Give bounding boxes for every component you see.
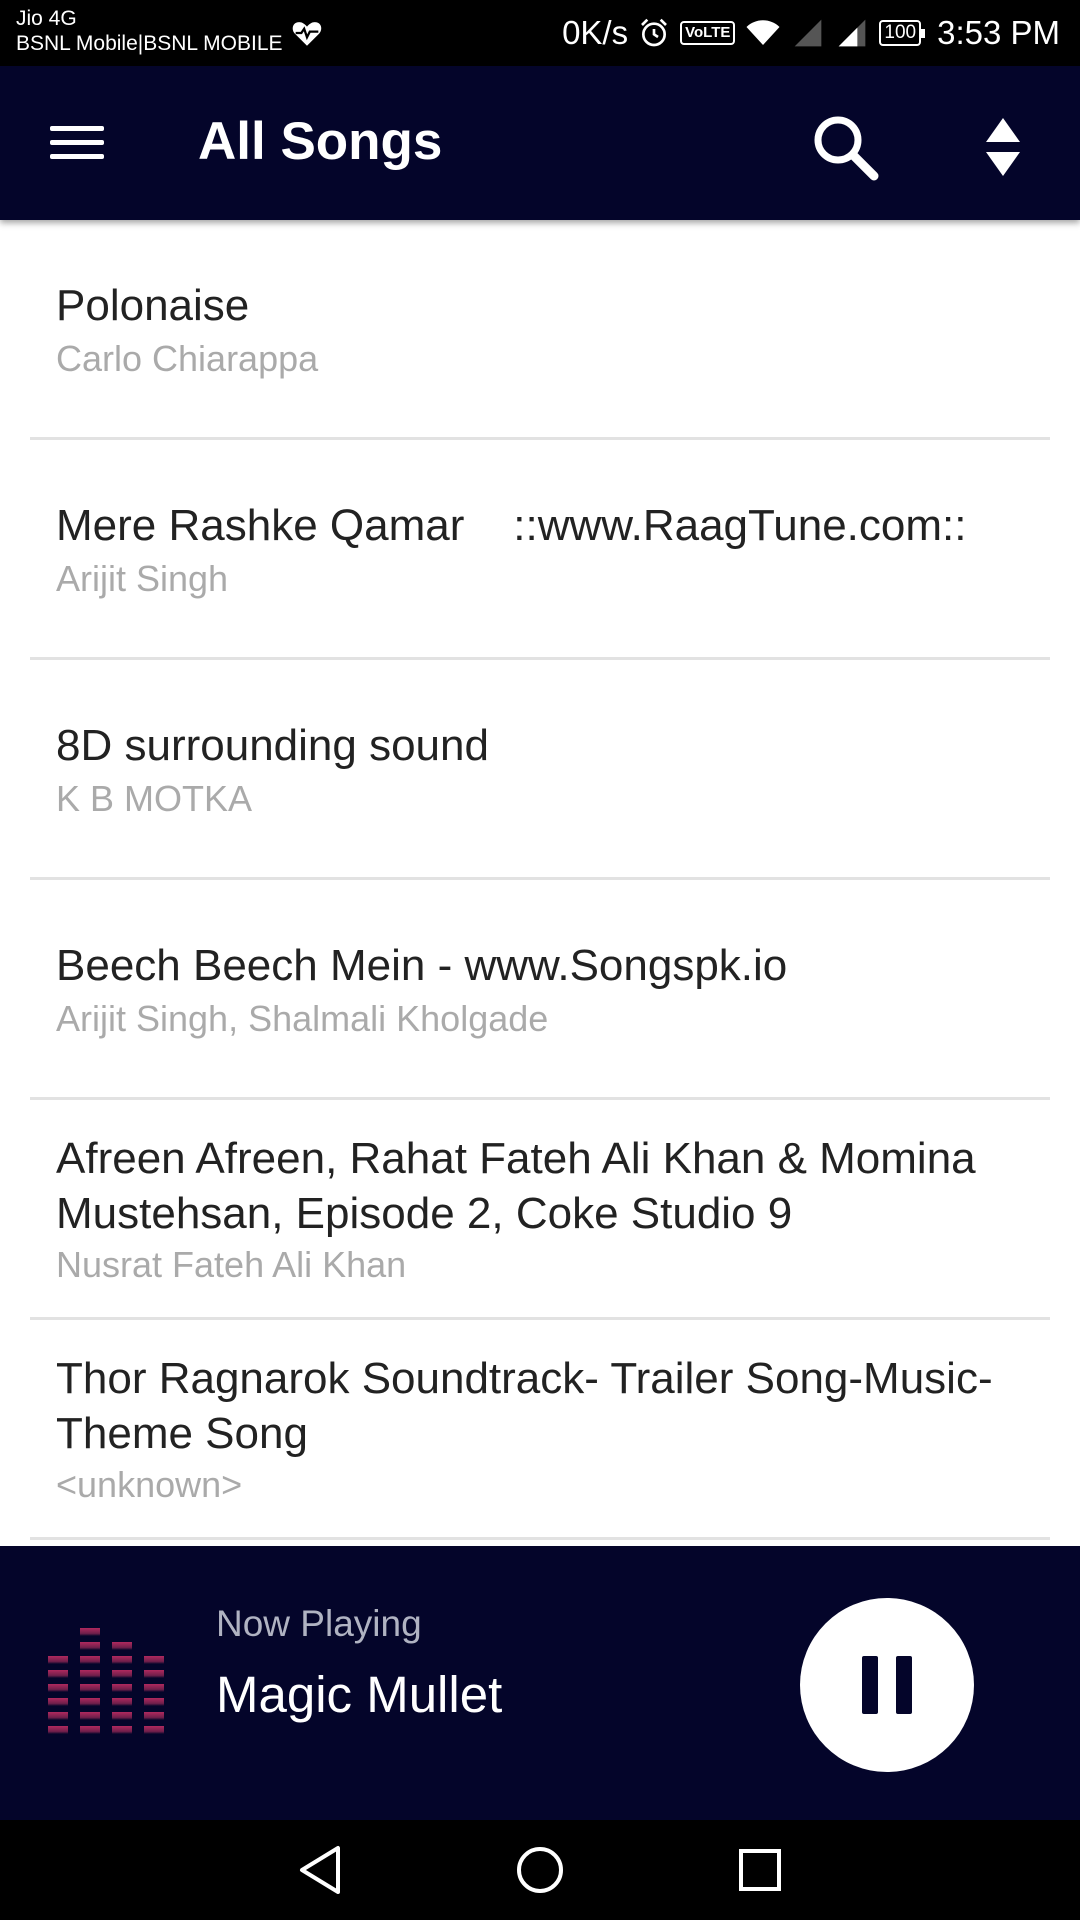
song-list-item[interactable]: Beech Beech Mein - www.Songspk.io Arijit…: [0, 880, 1080, 1100]
alarm-icon: [641, 18, 668, 47]
sort-button[interactable]: [970, 110, 1036, 184]
song-list-item[interactable]: Polonaise Carlo Chiarappa: [0, 220, 1080, 440]
recents-button[interactable]: [730, 1840, 790, 1900]
back-icon: [300, 1846, 340, 1894]
signal-weak-icon: [795, 19, 822, 47]
carrier-line-1: Jio 4G: [16, 7, 77, 30]
network-speed: 0K/s: [562, 14, 629, 51]
signal-icon: [839, 19, 866, 47]
song-title: 8D surrounding sound: [56, 720, 489, 770]
equalizer-icon: [48, 1628, 164, 1734]
system-nav-bar: [0, 1820, 1080, 1920]
home-icon: [517, 1847, 563, 1893]
battery-indicator: 100: [879, 20, 925, 46]
song-title: Afreen Afreen, Rahat Fateh Ali Khan & Mo…: [56, 1134, 976, 1238]
song-artist: <unknown>: [56, 1464, 243, 1505]
carrier-line-2: BSNL Mobile|BSNL MOBILE: [16, 32, 283, 55]
song-title: Beech Beech Mein - www.Songspk.io: [56, 940, 788, 990]
song-list[interactable]: Polonaise Carlo Chiarappa Mere Rashke Qa…: [0, 220, 1080, 1546]
search-icon: [814, 116, 879, 181]
now-playing-title: Magic Mullet: [216, 1666, 503, 1723]
sort-icon: [986, 118, 1020, 176]
clock: 3:53 PM: [937, 14, 1060, 51]
menu-button[interactable]: [40, 116, 114, 170]
wifi-icon: [746, 20, 780, 45]
divider: [30, 1537, 1050, 1540]
app-bar: All Songs: [0, 66, 1080, 220]
song-list-item[interactable]: Thor Ragnarok Soundtrack- Trailer Song-M…: [0, 1320, 1080, 1540]
volte-badge: VoLTE: [680, 21, 736, 45]
song-artist: K B MOTKA: [56, 777, 253, 819]
song-title: Thor Ragnarok Soundtrack- Trailer Song-M…: [56, 1354, 993, 1458]
home-button[interactable]: [510, 1840, 570, 1900]
song-artist: Nusrat Fateh Ali Khan: [56, 1244, 407, 1285]
song-title: Polonaise: [56, 280, 250, 330]
song-artist: Carlo Chiarappa: [56, 337, 319, 379]
status-bar: Jio 4G BSNL Mobile|BSNL MOBILE 0K/s VoLT…: [0, 0, 1080, 66]
song-artist: Arijit Singh, Shalmali Kholgade: [56, 997, 549, 1039]
song-list-item[interactable]: 8D surrounding sound K B MOTKA: [0, 660, 1080, 880]
back-button[interactable]: [290, 1840, 350, 1900]
page-title: All Songs: [198, 112, 443, 171]
song-list-item[interactable]: Afreen Afreen, Rahat Fateh Ali Khan & Mo…: [0, 1100, 1080, 1320]
song-list-item[interactable]: Mere Rashke Qamar ::www.RaagTune.com:: A…: [0, 440, 1080, 660]
now-playing-bar[interactable]: Now Playing Magic Mullet: [0, 1546, 1080, 1820]
song-title: Mere Rashke Qamar ::www.RaagTune.com::: [56, 500, 967, 550]
search-button[interactable]: [808, 110, 882, 184]
carrier-info: Jio 4G BSNL Mobile|BSNL MOBILE: [16, 6, 283, 56]
song-artist: Arijit Singh: [56, 557, 229, 599]
pause-button[interactable]: [800, 1598, 974, 1772]
now-playing-label: Now Playing: [216, 1603, 422, 1644]
heart-rate-icon: [292, 22, 322, 46]
status-indicators: 0K/s VoLTE 100 3:53 PM: [562, 0, 1060, 66]
recents-icon: [739, 1849, 781, 1891]
